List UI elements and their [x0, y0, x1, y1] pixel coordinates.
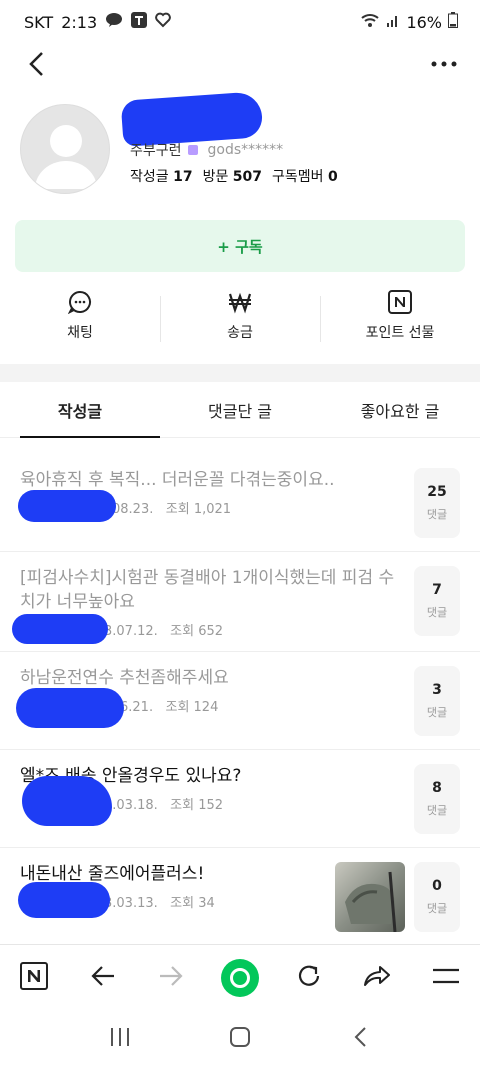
signal-icon: [386, 13, 400, 32]
profile-stats: 작성글 17 방문 507 구독멤버 0: [130, 166, 338, 186]
wifi-icon: [360, 12, 380, 32]
refresh-icon: [296, 963, 322, 993]
talk-icon: [105, 12, 123, 32]
profile-actions: 채팅 송금 포인트 선물: [0, 290, 480, 350]
naver-n-icon: [388, 290, 412, 314]
green-dot-icon: [220, 958, 259, 997]
arrow-left-icon: [90, 965, 116, 991]
app-t-icon: [131, 12, 148, 32]
post-meta: 08.23. 조회 1,021: [112, 502, 232, 517]
chat-icon: [68, 290, 92, 314]
menu-button[interactable]: [426, 958, 466, 998]
list-item[interactable]: [피검사수치]시험관 동결배아 1개이식했는데 피검 수치가 너무높아요 3.0…: [0, 552, 480, 652]
stat-visits: 방문 507: [202, 169, 263, 185]
hamburger-icon: [432, 968, 460, 988]
post-meta: 3.03.18. 조회 152: [104, 798, 224, 813]
point-gift-button[interactable]: 포인트 선물: [320, 290, 480, 350]
list-item[interactable]: 육아휴직 후 복직... 더러운꼴 다겪는중이요.. 08.23. 조회 1,0…: [0, 440, 480, 552]
nickname: 주부구런: [130, 143, 182, 159]
share-button[interactable]: [357, 958, 397, 998]
send-money-button[interactable]: 송금: [160, 290, 320, 350]
green-dot-button[interactable]: [220, 958, 260, 998]
send-money-label: 송금: [227, 325, 253, 341]
user-id: gods******: [207, 142, 284, 158]
post-title: [피검사수치]시험관 동결배아 1개이식했는데 피검 수치가 너무높아요: [20, 568, 395, 612]
post-title: 육아휴직 후 복직... 더러운꼴 다겪는중이요..: [20, 470, 335, 490]
home-square-icon: [229, 1026, 251, 1052]
list-item[interactable]: 하남운전연수 추천좀해주세요 6.21. 조회 124 3 댓글: [0, 652, 480, 750]
list-item[interactable]: 내돈내산 줄즈에어플러스! 3.03.13. 조회 34 0 댓글: [0, 848, 480, 944]
chat-button[interactable]: 채팅: [0, 290, 160, 350]
redaction-mark: [18, 882, 110, 918]
point-gift-label: 포인트 선물: [365, 325, 435, 341]
chat-label: 채팅: [67, 325, 93, 341]
naver-n-icon: [20, 961, 49, 994]
comment-count-badge[interactable]: 3 댓글: [414, 666, 460, 736]
battery-percent: 16%: [406, 12, 442, 32]
status-bar: SKT 2:13 16%: [0, 0, 480, 44]
system-navigation-bar: [0, 1010, 480, 1067]
home-button[interactable]: [220, 1019, 260, 1059]
list-item[interactable]: 엘*즈 배송 안올경우도 있나요? 3.03.18. 조회 152 8 댓글: [0, 750, 480, 848]
content-tabs: 작성글 댓글단 글 좋아요한 글: [0, 382, 480, 438]
profile-header: 주부구런 gods****** 작성글 17 방문 507 구독멤버 0: [0, 91, 480, 210]
stat-subscribers: 구독멤버 0: [272, 169, 338, 185]
post-meta: 3.03.13. 조회 34: [104, 896, 215, 911]
browser-back-button[interactable]: [83, 958, 123, 998]
comment-count-badge[interactable]: 25 댓글: [414, 468, 460, 538]
post-meta: 3.07.12. 조회 652: [104, 624, 224, 639]
refresh-button[interactable]: [289, 958, 329, 998]
post-title: 하남운전연수 추천좀해주세요: [20, 668, 229, 688]
arrow-right-icon: [158, 965, 184, 991]
redaction-mark: [16, 688, 124, 728]
recent-apps-icon: [109, 1027, 131, 1051]
redaction-mark: [22, 776, 112, 826]
clock: 2:13: [61, 12, 98, 32]
top-bar: [0, 44, 480, 84]
recent-apps-button[interactable]: [100, 1019, 140, 1059]
heart-icon: [155, 12, 172, 32]
stat-posts: 작성글 17: [130, 169, 193, 185]
tab-liked-posts[interactable]: 좋아요한 글: [320, 382, 480, 437]
level-badge-icon: [187, 145, 198, 155]
system-back-button[interactable]: [340, 1019, 380, 1059]
tab-commented-posts[interactable]: 댓글단 글: [160, 382, 320, 437]
comment-count-badge[interactable]: 0 댓글: [414, 862, 460, 932]
tab-my-posts[interactable]: 작성글: [0, 382, 160, 438]
naver-home-button[interactable]: [14, 958, 54, 998]
carrier-label: SKT: [24, 12, 54, 32]
browser-forward-button[interactable]: [151, 958, 191, 998]
subscribe-button[interactable]: + 구독: [15, 220, 465, 272]
chevron-left-icon: [353, 1026, 367, 1052]
share-arrow-icon: [363, 964, 391, 992]
avatar[interactable]: [20, 104, 110, 194]
won-icon: [228, 290, 252, 314]
post-meta: 6.21. 조회 124: [120, 700, 219, 715]
redaction-mark: [18, 490, 116, 522]
browser-toolbar: [0, 944, 480, 1010]
redaction-mark: [120, 91, 264, 147]
redaction-mark: [12, 614, 108, 644]
more-options-button[interactable]: [428, 48, 460, 80]
comment-count-badge[interactable]: 7 댓글: [414, 566, 460, 636]
post-thumbnail[interactable]: [335, 862, 405, 932]
section-divider: [0, 364, 480, 382]
battery-icon: [448, 12, 458, 32]
back-button[interactable]: [20, 48, 52, 80]
comment-count-badge[interactable]: 8 댓글: [414, 764, 460, 834]
